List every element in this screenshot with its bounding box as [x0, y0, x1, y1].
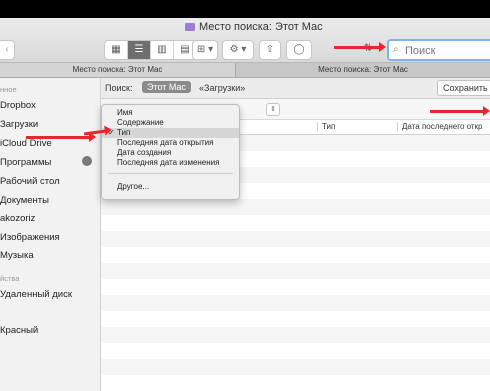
folder-icon: [185, 23, 195, 31]
tab-2[interactable]: Место поиска: Этот Mac: [236, 63, 490, 77]
table-row: [101, 231, 490, 247]
tab-1[interactable]: Место поиска: Этот Mac: [0, 63, 236, 77]
sidebar-section-favorites: нное: [0, 85, 17, 94]
finder-window: Место поиска: Этот Mac ‹ ▦ ☰ ▥ ▤ ⊞ ▾ ⚙ ▾…: [0, 18, 490, 391]
table-row: [101, 247, 490, 263]
scope-downloads[interactable]: «Загрузки»: [199, 83, 245, 93]
column-view-icon[interactable]: ▥: [151, 41, 174, 59]
annotation-arrow: [26, 132, 96, 142]
table-row: [101, 343, 490, 359]
table-row: [101, 215, 490, 231]
scope-label: Поиск:: [105, 83, 133, 93]
annotation-arrow: [430, 106, 490, 116]
list-view-icon[interactable]: ☰: [128, 41, 151, 59]
magnifier-icon: ⌕: [393, 44, 399, 55]
toolbar: Место поиска: Этот Mac ‹ ▦ ☰ ▥ ▤ ⊞ ▾ ⚙ ▾…: [0, 18, 490, 63]
table-row: [101, 311, 490, 327]
sidebar-item-downloads[interactable]: Загрузки: [0, 119, 38, 130]
search-field[interactable]: ⌕: [387, 39, 490, 61]
sidebar-item-documents[interactable]: Документы: [0, 195, 49, 206]
sidebar-item-pictures[interactable]: Изображения: [0, 232, 60, 243]
window-title: Место поиска: Этот Mac: [185, 21, 323, 33]
table-row: [101, 359, 490, 375]
menu-item-last-opened[interactable]: Последняя дата открытия: [102, 138, 239, 148]
table-row: [101, 375, 490, 391]
sidebar: нное Dropbox Загрузки iCloud Drive Прогр…: [0, 78, 101, 391]
menu-item-kind[interactable]: ✓Тип: [102, 128, 239, 138]
group-button[interactable]: ⊞ ▾: [192, 40, 218, 60]
column-header-kind[interactable]: Тип: [317, 122, 335, 131]
sidebar-item-applications[interactable]: Программы: [0, 157, 51, 168]
menu-item-name[interactable]: Имя: [102, 108, 239, 118]
icon-view-icon[interactable]: ▦: [105, 41, 128, 59]
sidebar-item-home[interactable]: akozoriz: [0, 213, 35, 224]
menu-item-contents[interactable]: Содержание: [102, 118, 239, 128]
sidebar-item-tag-red[interactable]: Красный: [0, 325, 38, 336]
search-scope-bar: Поиск: Этот Mac «Загрузки» Сохранить: [101, 78, 490, 99]
criteria-popup-menu: Имя Содержание ✓Тип Последняя дата откры…: [101, 104, 240, 200]
menu-item-modified[interactable]: Последняя дата изменения: [102, 158, 239, 168]
sidebar-item-desktop[interactable]: Рабочий стол: [0, 176, 60, 187]
criteria-select-stepper[interactable]: ⇕: [266, 103, 280, 116]
menu-separator: [108, 173, 233, 174]
tag-icon[interactable]: ◯: [286, 40, 312, 60]
icloud-status-icon: [82, 156, 92, 166]
back-button[interactable]: ‹: [0, 40, 15, 60]
view-switcher[interactable]: ▦ ☰ ▥ ▤: [104, 40, 197, 60]
table-row: [101, 263, 490, 279]
menu-item-other[interactable]: Другое...: [102, 182, 239, 192]
search-input[interactable]: [403, 42, 490, 60]
annotation-arrow: [334, 42, 386, 52]
table-row: [101, 327, 490, 343]
column-header-last-opened[interactable]: Дата последнего откр: [397, 122, 483, 131]
table-row: [101, 295, 490, 311]
arrange-icon[interactable]: ⇅: [358, 40, 378, 58]
save-button[interactable]: Сохранить: [437, 80, 490, 96]
share-icon[interactable]: ⇧: [259, 40, 281, 60]
sidebar-item-music[interactable]: Музыка: [0, 250, 34, 261]
table-row: [101, 279, 490, 295]
tab-bar: Место поиска: Этот Mac Место поиска: Это…: [0, 63, 490, 78]
menu-item-created[interactable]: Дата создания: [102, 148, 239, 158]
scope-this-mac[interactable]: Этот Mac: [142, 81, 191, 93]
sidebar-item-remote-disc[interactable]: Удаленный диск: [0, 289, 72, 300]
sidebar-item-icloud[interactable]: iCloud Drive: [0, 138, 52, 149]
action-button[interactable]: ⚙ ▾: [222, 40, 254, 60]
sidebar-item-dropbox[interactable]: Dropbox: [0, 100, 36, 111]
sidebar-section-devices: йства: [0, 274, 20, 283]
table-row: [101, 199, 490, 215]
